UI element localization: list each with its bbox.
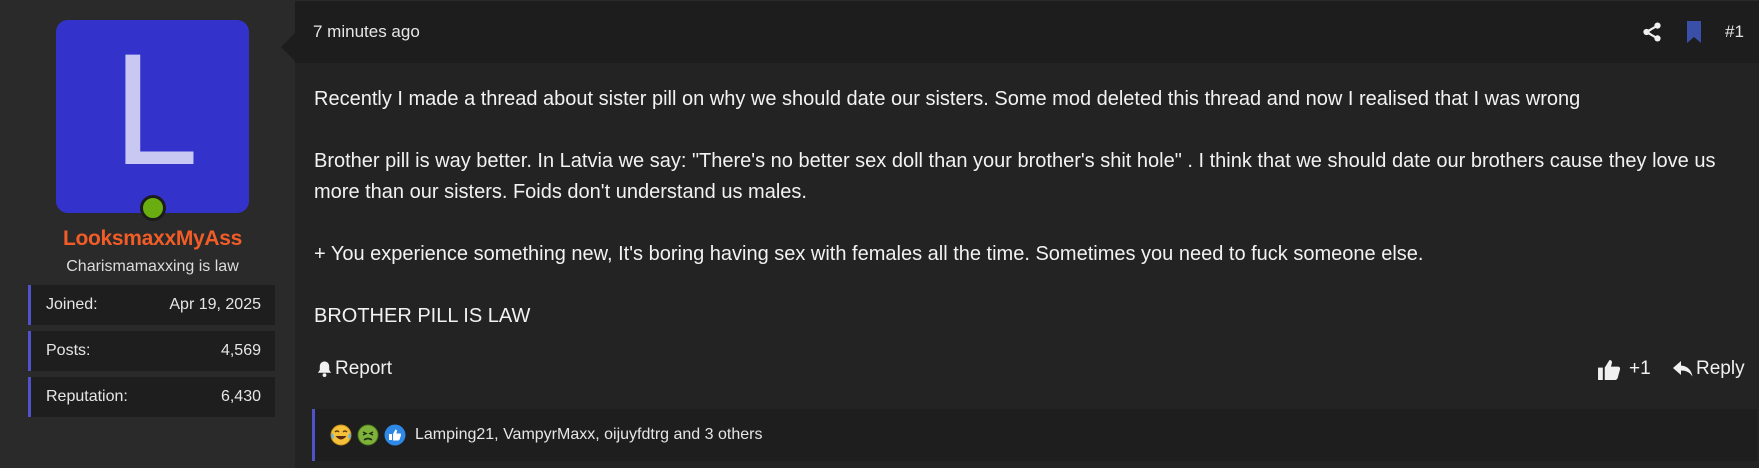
post-timestamp[interactable]: 7 minutes ago (313, 22, 420, 42)
reply-label: Reply (1696, 358, 1745, 379)
message-header: 7 minutes ago #1 (295, 1, 1759, 63)
post-paragraph: Recently I made a thread about sister pi… (314, 88, 1581, 110)
thumbs-up-icon[interactable] (384, 424, 406, 446)
user-sidebar: L LooksmaxxMyAss Charismamaxxing is law … (1, 1, 295, 468)
bookmark-icon[interactable] (1686, 21, 1702, 43)
speech-arrow (281, 33, 295, 61)
stat-reputation: Reputation: 6,430 (28, 377, 275, 417)
post-paragraph: + You experience something new, It's bor… (314, 243, 1424, 265)
stat-label: Posts: (46, 342, 91, 359)
bell-icon (317, 361, 332, 378)
avatar-letter: L (110, 25, 195, 200)
reply-arrow-icon (1673, 361, 1693, 377)
post-paragraph: BROTHER PILL IS LAW (314, 305, 531, 327)
stat-joined: Joined: Apr 19, 2025 (28, 285, 275, 325)
share-icon[interactable] (1641, 21, 1663, 43)
stat-value: Apr 19, 2025 (169, 296, 261, 313)
like-count: +1 (1629, 358, 1651, 379)
reactors-list[interactable]: Lamping21, VampyrMaxx, oijuyfdtrg and 3 … (415, 426, 762, 444)
stat-label: Reputation: (46, 388, 128, 405)
tears-of-joy-icon[interactable] (330, 424, 352, 446)
forum-post: L LooksmaxxMyAss Charismamaxxing is law … (0, 0, 1759, 468)
user-title: Charismamaxxing is law (66, 258, 239, 275)
stat-label: Joined: (46, 296, 98, 313)
report-label: Report (335, 358, 393, 379)
online-status-indicator (140, 195, 166, 221)
nauseated-face-icon[interactable] (357, 424, 379, 446)
avatar[interactable]: L (56, 20, 249, 213)
message-column: 7 minutes ago #1 Recently I made a threa… (295, 1, 1759, 468)
stat-value[interactable]: 4,569 (221, 342, 261, 360)
post-body: Recently I made a thread about sister pi… (314, 84, 1754, 363)
stat-posts: Posts: 4,569 (28, 331, 275, 371)
post-actions: Report +1 Reply (295, 356, 1759, 388)
thumbs-up-icon (1598, 359, 1621, 380)
reply-button[interactable]: Reply (1673, 358, 1745, 380)
stat-value: 6,430 (220, 388, 261, 405)
username[interactable]: LooksmaxxMyAss (1, 227, 304, 251)
post-number-link[interactable]: #1 (1725, 22, 1744, 42)
post-paragraph: Brother pill is way better. In Latvia we… (314, 150, 1716, 203)
reactions-bar: Lamping21, VampyrMaxx, oijuyfdtrg and 3 … (312, 409, 1757, 461)
report-button[interactable]: Report (316, 358, 392, 380)
like-button[interactable]: +1 (1598, 358, 1651, 380)
